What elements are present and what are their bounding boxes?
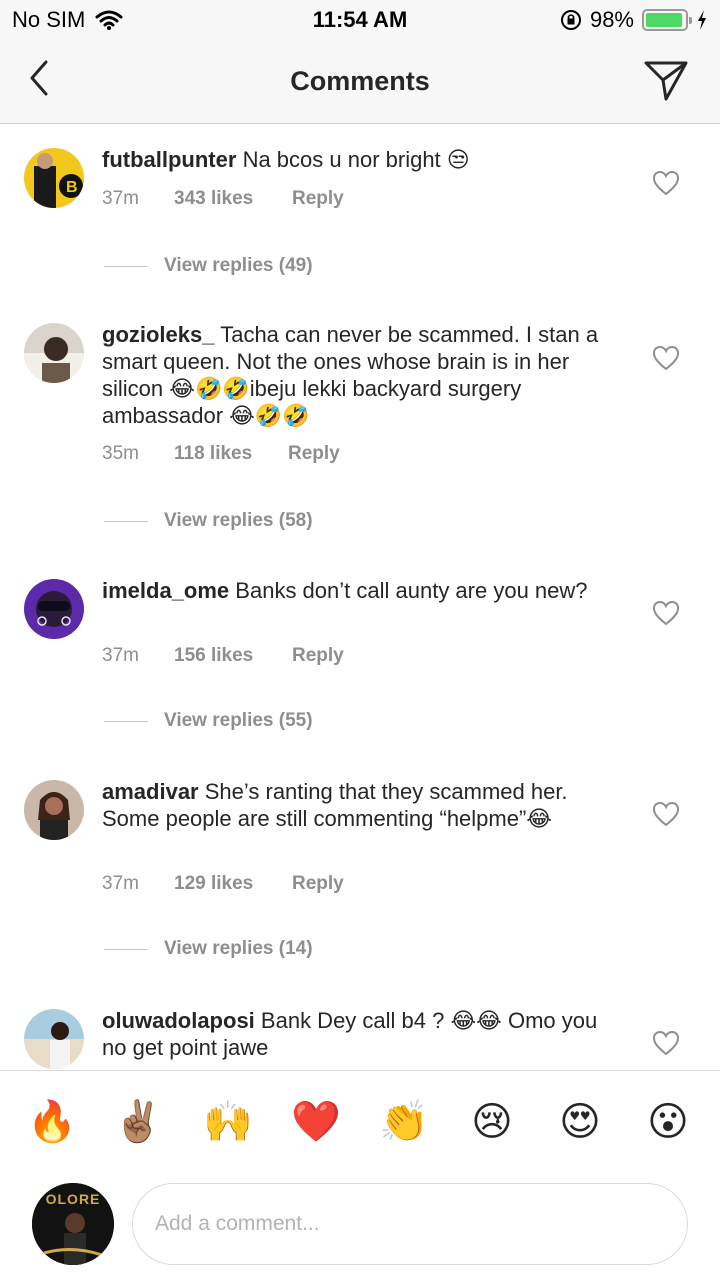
avatar[interactable] [24,579,84,639]
victory-hand-emoji-button[interactable]: ✌🏽 [113,1097,163,1147]
comment-username[interactable]: amadivar [102,779,199,804]
comment-likes[interactable]: 343 likes [174,188,292,210]
like-heart-icon[interactable] [652,600,680,626]
comment-username[interactable]: gozioleks_ [102,322,214,347]
view-replies-label: View replies (14) [164,938,313,959]
charging-icon [698,10,706,30]
comment-meta: 37m 129 likes Reply [102,873,344,895]
comment-meta: 37m 343 likes Reply [102,188,344,210]
comment-username[interactable]: imelda_ome [102,578,229,603]
avatar-image [24,780,84,840]
comment-body: Banks don’t call aunty are you new? [235,578,588,603]
battery-icon [642,9,692,31]
surprised-face-emoji-button[interactable]: 😮 [643,1097,693,1147]
comment-body: Na bcos u nor bright 😒 [242,147,470,172]
avatar[interactable]: B [24,148,84,208]
view-replies-label: View replies (49) [164,255,313,276]
reply-button[interactable]: Reply [292,188,344,210]
view-replies-button[interactable]: View replies (49) [104,255,313,277]
comment-likes[interactable]: 129 likes [174,873,292,895]
avatar-image [24,1009,84,1069]
comment-meta: 35m 118 likes Reply [102,443,340,465]
comments-list[interactable]: B futballpunter Na bcos u nor bright 😒 3… [0,125,720,1070]
comment-text: imelda_ome Banks don’t call aunty are yo… [102,577,622,604]
view-replies-label: View replies (58) [164,510,313,531]
comment-text: futballpunter Na bcos u nor bright 😒 [102,146,622,173]
replies-divider [104,948,148,950]
comment-composer: OLORE [0,1170,720,1280]
comment-text: gozioleks_ Tacha can never be scammed. I… [102,321,622,429]
like-heart-icon[interactable] [652,170,680,196]
red-heart-emoji-button[interactable]: ❤️ [291,1097,341,1147]
comment-time: 35m [102,443,139,464]
comment-time: 37m [102,645,139,666]
status-right: 98% [560,7,708,33]
clapping-hands-emoji-button[interactable]: 👏 [379,1097,429,1147]
my-avatar: OLORE [32,1183,114,1265]
comment-username[interactable]: oluwadolaposi [102,1008,255,1033]
status-bar: No SIM 11:54 AM 98% [0,0,720,40]
emoji-reaction-bar: 🔥 ✌🏽 🙌 ❤️ 👏 😢 😍 😮 [0,1070,720,1170]
crying-face-emoji-button[interactable]: 😢 [467,1097,517,1147]
view-replies-button[interactable]: View replies (55) [104,710,313,732]
svg-text:B: B [66,179,78,196]
battery-percent: 98% [589,7,634,32]
direct-send-icon[interactable] [642,56,690,104]
avatar-image: B [24,148,84,208]
reply-button[interactable]: Reply [288,443,340,465]
heart-eyes-emoji-button[interactable]: 😍 [555,1097,605,1147]
comment-likes[interactable]: 156 likes [174,645,292,667]
avatar-logo-text: OLORE [45,1191,101,1207]
avatar-image [24,579,84,639]
like-heart-icon[interactable] [652,801,680,827]
avatar[interactable] [24,1009,84,1069]
orientation-lock-icon [560,10,581,30]
comment-likes[interactable]: 118 likes [174,443,288,465]
comment-time: 37m [102,873,139,894]
comment-time: 37m [102,188,139,209]
comment-meta: 37m 156 likes Reply [102,645,344,667]
avatar-image [24,323,84,383]
comment-text: oluwadolaposi Bank Dey call b4 ? 😂😂 Omo … [102,1007,622,1061]
avatar[interactable] [24,780,84,840]
like-heart-icon[interactable] [652,1030,680,1056]
comment-input[interactable] [155,1204,655,1244]
view-replies-label: View replies (55) [164,710,313,731]
comment-username[interactable]: futballpunter [102,147,236,172]
reply-button[interactable]: Reply [292,873,344,895]
comment-text: amadivar She’s ranting that they scammed… [102,778,622,832]
replies-divider [104,720,148,722]
view-replies-button[interactable]: View replies (14) [104,938,313,960]
replies-divider [104,265,148,267]
comment-input-container[interactable] [132,1183,688,1265]
avatar[interactable] [24,323,84,383]
page-title: Comments [290,66,430,96]
reply-button[interactable]: Reply [292,645,344,667]
replies-divider [104,520,148,522]
like-heart-icon[interactable] [652,345,680,371]
raising-hands-emoji-button[interactable]: 🙌 [203,1097,253,1147]
nav-bar: Comments [0,40,720,124]
fire-emoji-button[interactable]: 🔥 [27,1097,77,1147]
view-replies-button[interactable]: View replies (58) [104,510,313,532]
